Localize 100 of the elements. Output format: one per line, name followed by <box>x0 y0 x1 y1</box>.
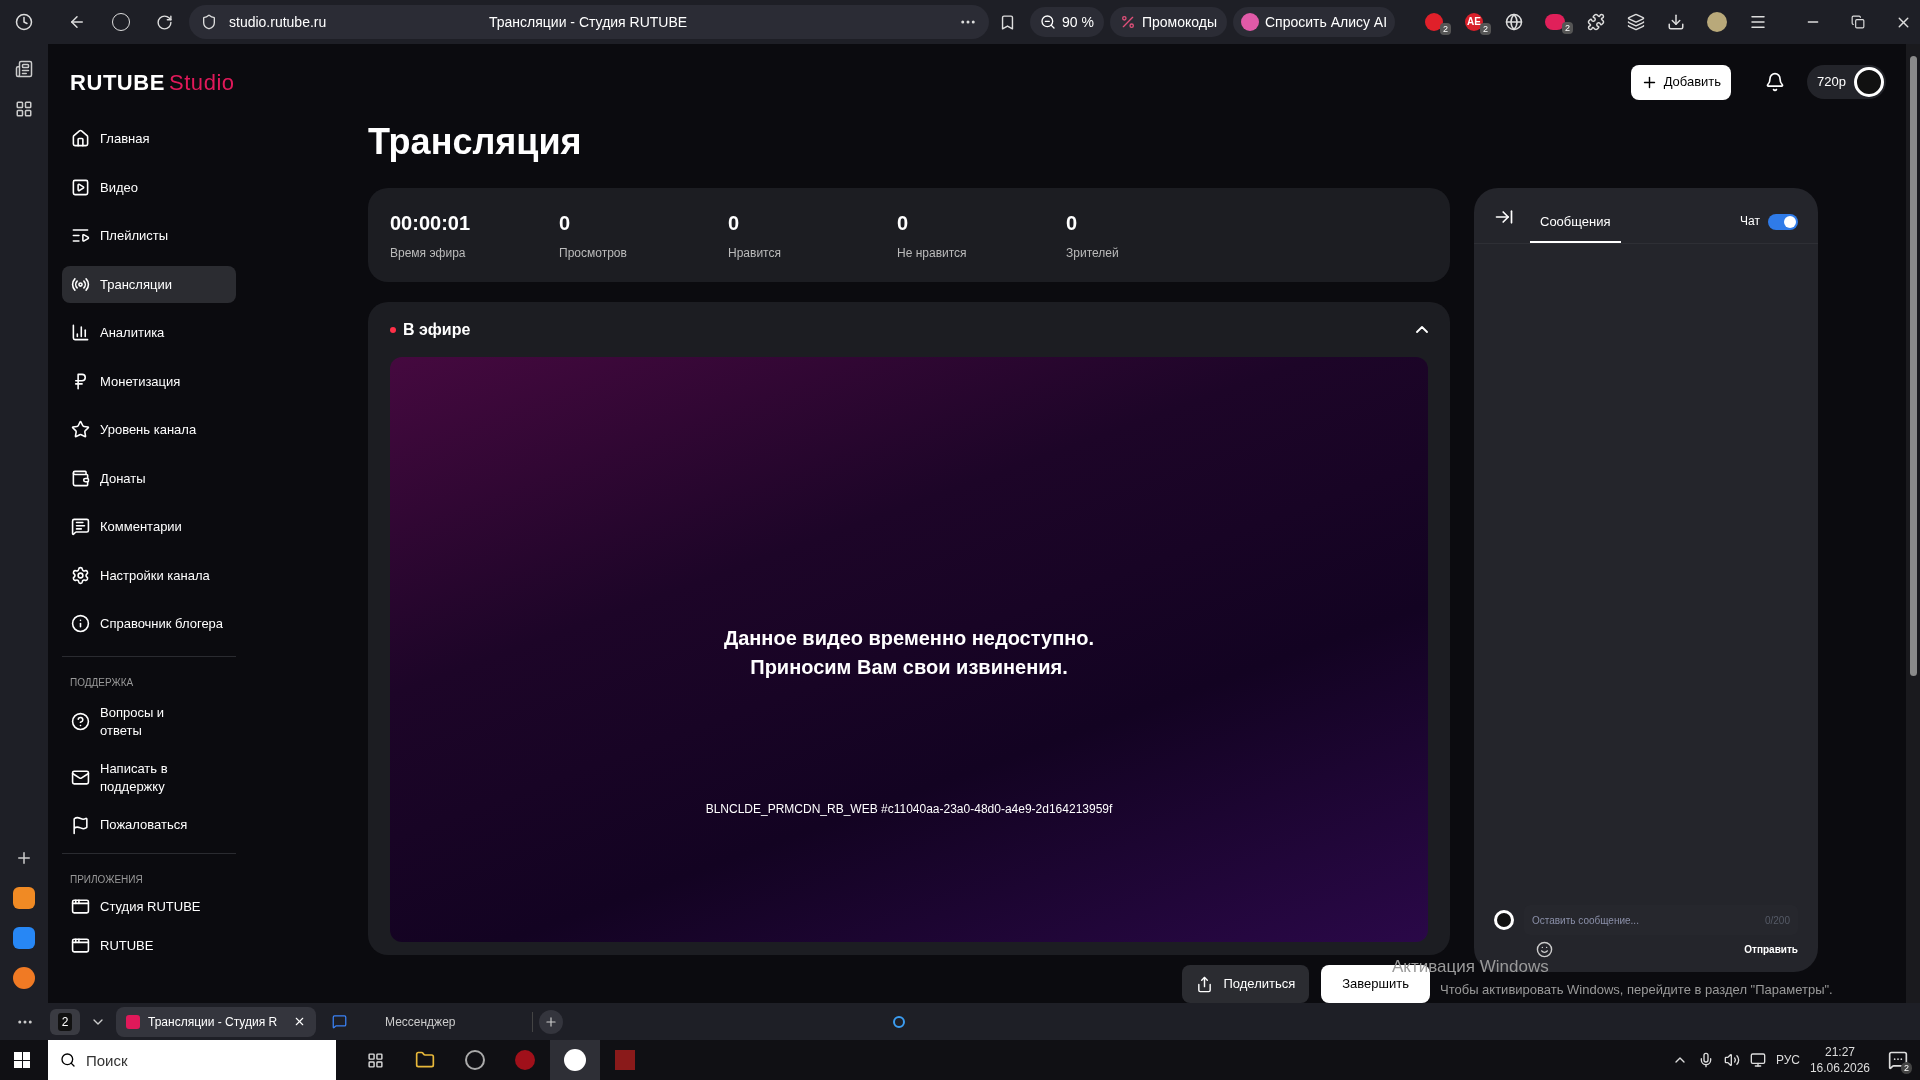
bookmark-icon[interactable] <box>999 13 1016 31</box>
stat-value: 0 <box>1066 211 1079 236</box>
add-icon[interactable] <box>15 849 33 867</box>
section-heading: ПОДДЕРЖКА <box>69 675 135 690</box>
puzzle-icon[interactable] <box>1587 13 1605 31</box>
nav-item[interactable]: Пожаловаться <box>62 809 236 841</box>
share-button[interactable]: Поделиться <box>1182 965 1310 1003</box>
nav-item[interactable]: Видео <box>62 168 236 206</box>
collections-icon[interactable] <box>1627 13 1645 31</box>
mail-icon <box>71 768 90 787</box>
nav-item[interactable]: Монетизация <box>62 362 236 400</box>
new-tab-button[interactable] <box>539 1009 563 1034</box>
messenger-icon <box>332 1014 347 1029</box>
flag-icon <box>71 815 90 835</box>
chat-tab[interactable]: Сообщения <box>1530 203 1621 243</box>
bell-icon[interactable] <box>1765 72 1786 92</box>
stat-label: Не нравится <box>897 245 968 262</box>
chart-icon <box>71 323 90 343</box>
nav-item[interactable]: Трансляции <box>62 265 236 303</box>
nav-item[interactable]: Написать в поддержку <box>62 753 236 802</box>
download-icon[interactable] <box>1667 13 1685 31</box>
nav-item[interactable]: Студия RUTUBE <box>62 896 236 916</box>
app-icon[interactable] <box>13 927 35 949</box>
count-badge: 2 <box>1480 23 1491 35</box>
add-button[interactable]: Добавить <box>1630 64 1732 100</box>
browser-tab[interactable]: Трансляции - Студия R <box>116 1006 316 1037</box>
reload-icon[interactable] <box>156 13 173 31</box>
emoji-icon[interactable] <box>1536 941 1553 958</box>
tab-count[interactable]: 2 <box>50 1008 80 1035</box>
collapse-button[interactable] <box>1416 326 1428 333</box>
menu-icon[interactable] <box>1749 13 1767 31</box>
star-icon <box>71 420 90 440</box>
count-badge: 2 <box>1562 22 1573 34</box>
app-icon <box>71 936 90 956</box>
studio-logo[interactable]: RUTUBE Studio <box>70 65 235 99</box>
live-status: В эфире <box>403 319 471 340</box>
send-button[interactable]: Отправить <box>1744 942 1798 957</box>
count-badge: 2 <box>1440 23 1452 35</box>
percent-icon <box>1119 14 1136 30</box>
unavailable-message: Данное видео временно недоступно. Приносим Вам свои извинения. <box>723 626 1095 680</box>
collapse-panel-icon[interactable] <box>1494 207 1514 227</box>
volume-icon[interactable] <box>1723 1052 1740 1068</box>
globe-icon[interactable] <box>1505 13 1523 31</box>
avatar-icon[interactable] <box>1707 12 1727 32</box>
promo-button[interactable]: Промокоды <box>1109 7 1227 37</box>
avatar[interactable] <box>1854 67 1884 97</box>
url-text: studio.rutube.ru <box>229 12 328 32</box>
quality-pill[interactable]: 720p <box>1807 65 1886 99</box>
restore-icon[interactable] <box>1851 15 1865 29</box>
scrollbar[interactable] <box>1906 44 1920 1003</box>
settings-icon <box>71 565 90 585</box>
nav-item[interactable]: Комментарии <box>62 508 236 546</box>
extension-icon[interactable] <box>1545 14 1565 30</box>
close-tab-icon[interactable] <box>293 1015 306 1028</box>
notification-icon[interactable] <box>1888 1050 1908 1070</box>
alice-button[interactable]: Спросить Алису AI <box>1232 7 1396 37</box>
nav-item[interactable]: Главная <box>62 120 236 158</box>
extension-icon[interactable] <box>1425 13 1444 31</box>
nav-item[interactable]: Настройки канала <box>62 556 236 594</box>
nav-item[interactable]: Справочник блогера <box>62 605 236 643</box>
chat-toggle[interactable] <box>1768 214 1798 230</box>
quality-text: 720p <box>1817 73 1846 92</box>
page-title: Трансляция <box>368 120 583 164</box>
tab-favicon <box>126 1014 140 1029</box>
stat-label: Зрителей <box>1066 245 1120 262</box>
stat-label: Просмотров <box>559 245 628 262</box>
address-bar[interactable]: studio.rutube.ru Трансляции - Студия RUTUBE <box>189 5 989 39</box>
comment-icon <box>71 517 90 537</box>
plus-icon <box>544 1014 558 1029</box>
grid-icon[interactable] <box>15 100 33 118</box>
nav-item[interactable]: Аналитика <box>62 314 236 352</box>
extension-icon[interactable]: AE <box>1465 13 1483 31</box>
start-icon[interactable] <box>14 1052 30 1068</box>
avatar <box>1494 910 1514 930</box>
app-icon[interactable] <box>13 887 35 909</box>
language-indicator[interactable]: РУС <box>1775 1051 1800 1069</box>
browser-icon[interactable] <box>550 1040 600 1080</box>
app-icon <box>71 896 90 916</box>
shield-icon <box>201 14 217 30</box>
nav-item[interactable]: RUTUBE <box>62 936 236 956</box>
stat-value: 0 <box>728 211 741 236</box>
app-icon[interactable] <box>13 967 35 989</box>
stat-label: Нравится <box>728 245 782 262</box>
browser-tab[interactable]: Мессенджер <box>322 1006 522 1037</box>
network-icon[interactable] <box>1749 1052 1766 1068</box>
chevron-up-icon <box>1416 326 1428 333</box>
stat-value: 0 <box>559 211 572 236</box>
alice-icon <box>1240 13 1259 31</box>
stat-value: 0 <box>897 211 910 236</box>
taskbar-search[interactable]: Поиск <box>48 1040 336 1080</box>
nav-item[interactable]: Уровень канала <box>62 411 236 449</box>
zoom-button[interactable]: 90 % <box>1030 7 1104 37</box>
nav-item[interactable]: Донаты <box>62 459 236 497</box>
error-code: BLNCLDE_PRMCDN_RB_WEB #c11040aa-23a0-48d0-a4e9-2d164213959f <box>705 801 1113 818</box>
back-icon[interactable] <box>68 13 86 31</box>
notes-icon[interactable] <box>15 60 33 78</box>
clock[interactable]: 21:27 16.06.2026 <box>1809 1044 1870 1076</box>
nav-item[interactable]: Плейлисты <box>62 217 236 255</box>
nav-item[interactable]: Вопросы и ответы <box>62 697 236 746</box>
history-icon[interactable] <box>15 13 33 31</box>
